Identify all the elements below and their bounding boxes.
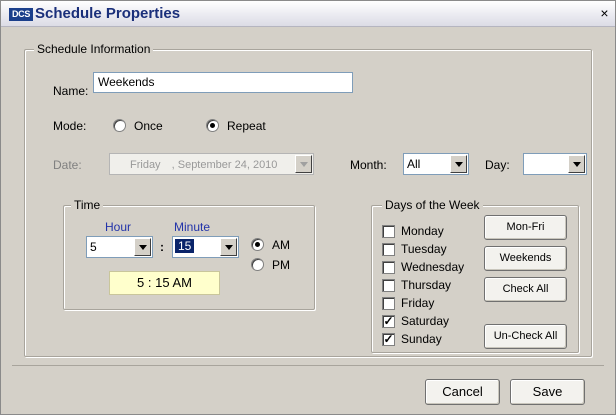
mode-once-label[interactable]: Once <box>134 119 163 133</box>
friday-label[interactable]: Friday <box>401 296 434 310</box>
radio-selected-dot <box>255 242 260 247</box>
pm-radio[interactable] <box>251 258 264 271</box>
weekends-button[interactable]: Weekends <box>484 246 567 271</box>
chevron-down-icon[interactable] <box>220 238 237 256</box>
radio-selected-dot <box>210 123 215 128</box>
tuesday-label[interactable]: Tuesday <box>401 242 447 256</box>
save-button[interactable]: Save <box>510 379 585 405</box>
mode-once-radio[interactable] <box>113 119 126 132</box>
am-label[interactable]: AM <box>272 238 290 252</box>
monday-checkbox[interactable] <box>382 225 395 238</box>
sunday-label[interactable]: Sunday <box>401 332 442 346</box>
friday-checkbox[interactable] <box>382 297 395 310</box>
hour-select[interactable]: 5 <box>86 236 153 258</box>
name-input[interactable]: Weekends <box>93 72 353 93</box>
date-label: Date: <box>53 158 82 172</box>
saturday-checkbox[interactable]: ✓ <box>382 315 395 328</box>
mode-repeat-label[interactable]: Repeat <box>227 119 266 133</box>
footer-divider <box>12 365 604 366</box>
time-separator: : <box>160 240 164 254</box>
minute-label: Minute <box>174 220 211 234</box>
thursday-checkbox[interactable] <box>382 279 395 292</box>
schedule-information-label: Schedule Information <box>34 42 154 56</box>
hour-label: Hour <box>105 220 132 234</box>
mode-repeat-radio[interactable] <box>206 119 219 132</box>
hour-value: 5 <box>90 240 97 254</box>
name-label: Name: <box>53 84 89 98</box>
monday-label[interactable]: Monday <box>401 224 444 238</box>
month-value: All <box>407 157 421 171</box>
pm-label[interactable]: PM <box>272 258 290 272</box>
chevron-down-icon[interactable] <box>134 238 151 256</box>
title-bar[interactable]: DCS Schedule Properties × <box>1 1 615 27</box>
chevron-down-icon[interactable] <box>568 155 585 173</box>
date-rest-text: , September 24, 2010 <box>171 159 278 171</box>
minute-select[interactable]: 15 <box>172 236 239 258</box>
wednesday-checkbox[interactable] <box>382 261 395 274</box>
dialog-title: Schedule Properties <box>35 5 181 22</box>
schedule-properties-dialog: DCS Schedule Properties × Schedule Infor… <box>0 0 616 415</box>
app-icon: DCS <box>9 8 33 21</box>
mon-fri-button[interactable]: Mon-Fri <box>484 215 567 240</box>
close-button[interactable]: × <box>597 6 612 21</box>
time-group-label: Time <box>71 198 104 212</box>
days-of-week-label: Days of the Week <box>382 198 483 212</box>
month-select[interactable]: All <box>403 153 469 175</box>
chevron-down-icon <box>295 155 312 173</box>
time-display: 5 : 15 AM <box>109 271 220 295</box>
mode-label: Mode: <box>53 119 87 133</box>
am-radio[interactable] <box>251 238 264 251</box>
day-select[interactable] <box>523 153 587 175</box>
check-all-button[interactable]: Check All <box>484 277 567 302</box>
thursday-label[interactable]: Thursday <box>401 278 451 292</box>
minute-value: 15 <box>175 239 195 253</box>
date-day-text: Friday <box>130 159 161 171</box>
saturday-label[interactable]: Saturday <box>401 314 449 328</box>
month-label: Month: <box>350 158 387 172</box>
wednesday-label[interactable]: Wednesday <box>401 260 464 274</box>
date-picker: Friday , September 24, 2010 <box>109 153 314 175</box>
cancel-button[interactable]: Cancel <box>425 379 500 405</box>
sunday-checkbox[interactable]: ✓ <box>382 333 395 346</box>
uncheck-all-button[interactable]: Un-Check All <box>484 324 567 349</box>
chevron-down-icon[interactable] <box>450 155 467 173</box>
day-label: Day: <box>485 158 510 172</box>
tuesday-checkbox[interactable] <box>382 243 395 256</box>
